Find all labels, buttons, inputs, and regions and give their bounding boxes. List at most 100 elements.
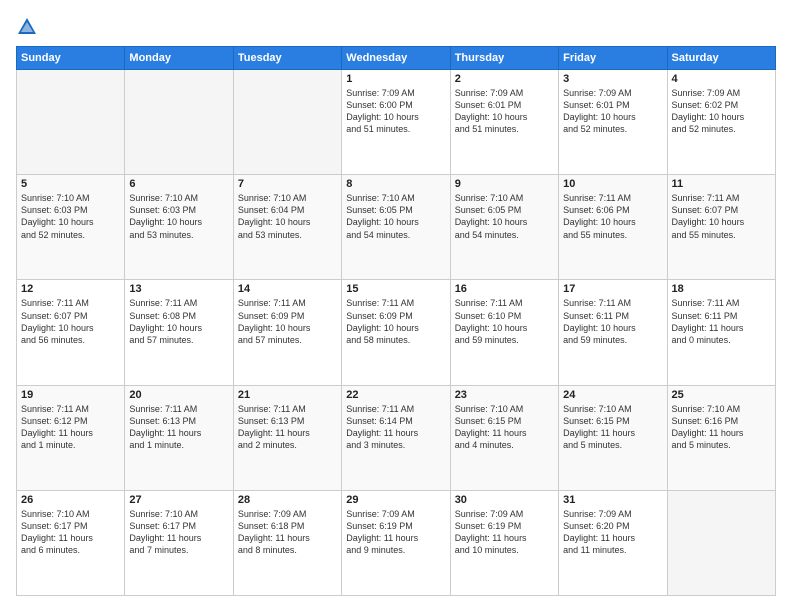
day-number: 15 (346, 283, 445, 295)
day-info: Sunrise: 7:10 AM Sunset: 6:05 PM Dayligh… (346, 192, 445, 241)
day-info: Sunrise: 7:11 AM Sunset: 6:13 PM Dayligh… (129, 403, 228, 452)
day-cell: 5Sunrise: 7:10 AM Sunset: 6:03 PM Daylig… (17, 175, 125, 280)
day-number: 24 (563, 389, 662, 401)
day-info: Sunrise: 7:09 AM Sunset: 6:02 PM Dayligh… (672, 87, 771, 136)
day-cell: 19 Sunrise: 7:11 AM Sunset: 6:12 PM Dayli… (17, 385, 125, 490)
week-row-1: 1 Sunrise: 7:09 AM Sunset: 6:00 PM Daylig… (17, 70, 776, 175)
day-info: Sunrise: 7:10 AM Sunset: 6:03 PM Dayligh… (21, 192, 120, 241)
day-cell: 21 Sunrise: 7:11 AM Sunset: 6:13 PM Dayli… (233, 385, 341, 490)
day-info: Sunrise: 7:11 AM Sunset: 6:13 PM Dayligh… (238, 403, 337, 452)
day-number: 1 (346, 73, 445, 85)
week-row-5: 26 Sunrise: 7:10 AM Sunset: 6:17 PM Dayli… (17, 490, 776, 595)
day-info: Sunrise: 7:09 AM Sunset: 6:01 PM Dayligh… (455, 87, 554, 136)
day-number: 7 (238, 178, 337, 190)
day-info: Sunrise: 7:11 AM Sunset: 6:09 PM Dayligh… (346, 297, 445, 346)
weekday-header-thursday: Thursday (450, 47, 558, 70)
header (16, 16, 776, 38)
day-info: Sunrise: 7:11 AM Sunset: 6:11 PM Dayligh… (563, 297, 662, 346)
week-row-3: 12 Sunrise: 7:11 AM Sunset: 6:07 PM Dayli… (17, 280, 776, 385)
day-info: Sunrise: 7:10 AM Sunset: 6:16 PM Dayligh… (672, 403, 771, 452)
day-number: 28 (238, 494, 337, 506)
week-row-4: 19 Sunrise: 7:11 AM Sunset: 6:12 PM Dayli… (17, 385, 776, 490)
page: SundayMondayTuesdayWednesdayThursdayFrid… (0, 0, 792, 612)
weekday-header-sunday: Sunday (17, 47, 125, 70)
day-number: 18 (672, 283, 771, 295)
day-number: 26 (21, 494, 120, 506)
day-number: 8 (346, 178, 445, 190)
day-cell: 30 Sunrise: 7:09 AM Sunset: 6:19 PM Dayli… (450, 490, 558, 595)
day-number: 13 (129, 283, 228, 295)
day-info: Sunrise: 7:10 AM Sunset: 6:05 PM Dayligh… (455, 192, 554, 241)
day-cell: 24 Sunrise: 7:10 AM Sunset: 6:15 PM Dayli… (559, 385, 667, 490)
day-info: Sunrise: 7:10 AM Sunset: 6:17 PM Dayligh… (129, 508, 228, 557)
day-cell: 17 Sunrise: 7:11 AM Sunset: 6:11 PM Dayli… (559, 280, 667, 385)
day-number: 21 (238, 389, 337, 401)
day-cell: 18 Sunrise: 7:11 AM Sunset: 6:11 PM Dayli… (667, 280, 775, 385)
day-number: 20 (129, 389, 228, 401)
day-info: Sunrise: 7:09 AM Sunset: 6:01 PM Dayligh… (563, 87, 662, 136)
day-cell (125, 70, 233, 175)
weekday-header-monday: Monday (125, 47, 233, 70)
day-cell: 3 Sunrise: 7:09 AM Sunset: 6:01 PM Daylig… (559, 70, 667, 175)
day-number: 22 (346, 389, 445, 401)
day-info: Sunrise: 7:11 AM Sunset: 6:08 PM Dayligh… (129, 297, 228, 346)
day-number: 10 (563, 178, 662, 190)
day-info: Sunrise: 7:09 AM Sunset: 6:18 PM Dayligh… (238, 508, 337, 557)
day-info: Sunrise: 7:09 AM Sunset: 6:00 PM Dayligh… (346, 87, 445, 136)
day-info: Sunrise: 7:11 AM Sunset: 6:09 PM Dayligh… (238, 297, 337, 346)
day-number: 27 (129, 494, 228, 506)
weekday-header-row: SundayMondayTuesdayWednesdayThursdayFrid… (17, 47, 776, 70)
day-number: 12 (21, 283, 120, 295)
day-cell: 10 Sunrise: 7:11 AM Sunset: 6:06 PM Dayli… (559, 175, 667, 280)
logo (16, 16, 42, 38)
day-info: Sunrise: 7:11 AM Sunset: 6:06 PM Dayligh… (563, 192, 662, 241)
day-info: Sunrise: 7:10 AM Sunset: 6:15 PM Dayligh… (455, 403, 554, 452)
weekday-header-friday: Friday (559, 47, 667, 70)
day-info: Sunrise: 7:10 AM Sunset: 6:04 PM Dayligh… (238, 192, 337, 241)
day-cell: 8 Sunrise: 7:10 AM Sunset: 6:05 PM Daylig… (342, 175, 450, 280)
day-number: 9 (455, 178, 554, 190)
day-number: 31 (563, 494, 662, 506)
day-number: 3 (563, 73, 662, 85)
day-cell (233, 70, 341, 175)
day-cell: 15 Sunrise: 7:11 AM Sunset: 6:09 PM Dayli… (342, 280, 450, 385)
day-info: Sunrise: 7:11 AM Sunset: 6:07 PM Dayligh… (21, 297, 120, 346)
day-cell: 12 Sunrise: 7:11 AM Sunset: 6:07 PM Dayli… (17, 280, 125, 385)
day-info: Sunrise: 7:10 AM Sunset: 6:15 PM Dayligh… (563, 403, 662, 452)
day-cell: 2 Sunrise: 7:09 AM Sunset: 6:01 PM Daylig… (450, 70, 558, 175)
day-cell: 16Sunrise: 7:11 AM Sunset: 6:10 PM Dayli… (450, 280, 558, 385)
day-number: 30 (455, 494, 554, 506)
day-number: 6 (129, 178, 228, 190)
day-cell: 31 Sunrise: 7:09 AM Sunset: 6:20 PM Dayli… (559, 490, 667, 595)
day-info: Sunrise: 7:11 AM Sunset: 6:11 PM Dayligh… (672, 297, 771, 346)
weekday-header-wednesday: Wednesday (342, 47, 450, 70)
week-row-2: 5Sunrise: 7:10 AM Sunset: 6:03 PM Daylig… (17, 175, 776, 280)
weekday-header-tuesday: Tuesday (233, 47, 341, 70)
logo-icon (16, 16, 38, 38)
day-info: Sunrise: 7:11 AM Sunset: 6:07 PM Dayligh… (672, 192, 771, 241)
day-number: 19 (21, 389, 120, 401)
day-cell: 4Sunrise: 7:09 AM Sunset: 6:02 PM Daylig… (667, 70, 775, 175)
calendar: SundayMondayTuesdayWednesdayThursdayFrid… (16, 46, 776, 596)
day-cell: 29Sunrise: 7:09 AM Sunset: 6:19 PM Dayli… (342, 490, 450, 595)
day-cell: 13 Sunrise: 7:11 AM Sunset: 6:08 PM Dayli… (125, 280, 233, 385)
day-number: 23 (455, 389, 554, 401)
day-info: Sunrise: 7:11 AM Sunset: 6:12 PM Dayligh… (21, 403, 120, 452)
day-cell: 26 Sunrise: 7:10 AM Sunset: 6:17 PM Dayli… (17, 490, 125, 595)
day-cell: 27 Sunrise: 7:10 AM Sunset: 6:17 PM Dayli… (125, 490, 233, 595)
day-info: Sunrise: 7:10 AM Sunset: 6:17 PM Dayligh… (21, 508, 120, 557)
weekday-header-saturday: Saturday (667, 47, 775, 70)
day-number: 25 (672, 389, 771, 401)
day-cell (17, 70, 125, 175)
day-cell: 11Sunrise: 7:11 AM Sunset: 6:07 PM Dayli… (667, 175, 775, 280)
day-info: Sunrise: 7:09 AM Sunset: 6:19 PM Dayligh… (455, 508, 554, 557)
day-info: Sunrise: 7:11 AM Sunset: 6:10 PM Dayligh… (455, 297, 554, 346)
day-cell (667, 490, 775, 595)
day-info: Sunrise: 7:10 AM Sunset: 6:03 PM Dayligh… (129, 192, 228, 241)
day-number: 29 (346, 494, 445, 506)
day-number: 17 (563, 283, 662, 295)
day-cell: 1 Sunrise: 7:09 AM Sunset: 6:00 PM Daylig… (342, 70, 450, 175)
day-info: Sunrise: 7:09 AM Sunset: 6:20 PM Dayligh… (563, 508, 662, 557)
day-number: 2 (455, 73, 554, 85)
day-cell: 23 Sunrise: 7:10 AM Sunset: 6:15 PM Dayli… (450, 385, 558, 490)
